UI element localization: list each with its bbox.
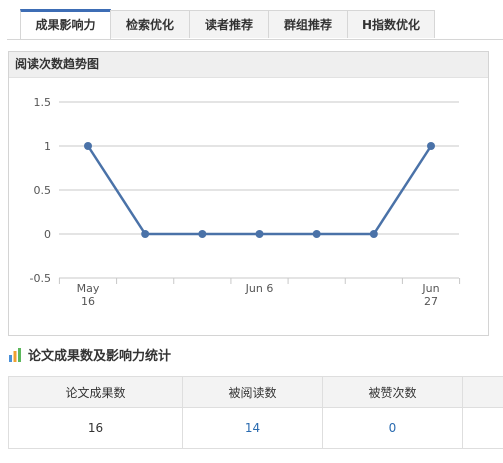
stats-title-text: 论文成果数及影响力统计 (28, 349, 172, 364)
reading-trend-panel: 阅读次数趋势图 1.5 1 0.5 0 -0.5 May 16 Jun 6 Jun 27 (8, 51, 489, 336)
y-tick-label: 1 (44, 140, 51, 153)
y-tick-label: 1.5 (34, 96, 52, 109)
data-point (312, 230, 321, 238)
x-tick-label: May (77, 282, 100, 295)
stats-table: 论文成果数 被阅读数 被赞次数 16 14 0 (8, 376, 503, 449)
header-like-count: 被赞次数 (322, 376, 463, 408)
data-point (369, 230, 378, 238)
data-point (255, 230, 264, 238)
y-tick-label: -0.5 (30, 272, 51, 285)
stats-section-title: 论文成果数及影响力统计 (8, 347, 171, 367)
tab-achievement-impact[interactable]: 成果影响力 (20, 9, 111, 39)
y-tick-label: 0 (44, 228, 51, 241)
value-paper-count: 16 (8, 407, 183, 449)
x-tick-label: 16 (81, 295, 95, 308)
value-read-count[interactable]: 14 (182, 407, 323, 449)
tab-h-index-optimization[interactable]: H指数优化 (347, 10, 435, 38)
tab-bar: 成果影响力 检索优化 读者推荐 群组推荐 H指数优化 (7, 8, 503, 40)
header-read-count: 被阅读数 (182, 376, 323, 408)
x-tick-label: Jun 6 (245, 282, 274, 295)
tab-search-optimization[interactable]: 检索优化 (110, 10, 190, 38)
stats-value-row: 16 14 0 (8, 407, 503, 449)
data-point (427, 142, 435, 150)
reading-trend-chart: 1.5 1 0.5 0 -0.5 May16 Jun 6 Jun27 (30, 96, 461, 308)
value-like-count[interactable]: 0 (322, 407, 463, 449)
data-point (141, 230, 150, 238)
bar-chart-icon (9, 348, 21, 362)
header-extra (462, 376, 503, 408)
data-point (84, 142, 92, 150)
x-tick-label: Jun (421, 282, 439, 295)
header-paper-count: 论文成果数 (8, 376, 183, 408)
tab-reader-recommendation[interactable]: 读者推荐 (189, 10, 269, 38)
y-tick-label: 0.5 (34, 184, 52, 197)
x-tick-label: 27 (424, 295, 438, 308)
data-point (198, 230, 207, 238)
tab-group-recommendation[interactable]: 群组推荐 (268, 10, 348, 38)
stats-header-row: 论文成果数 被阅读数 被赞次数 (8, 376, 503, 408)
value-extra (462, 407, 503, 449)
